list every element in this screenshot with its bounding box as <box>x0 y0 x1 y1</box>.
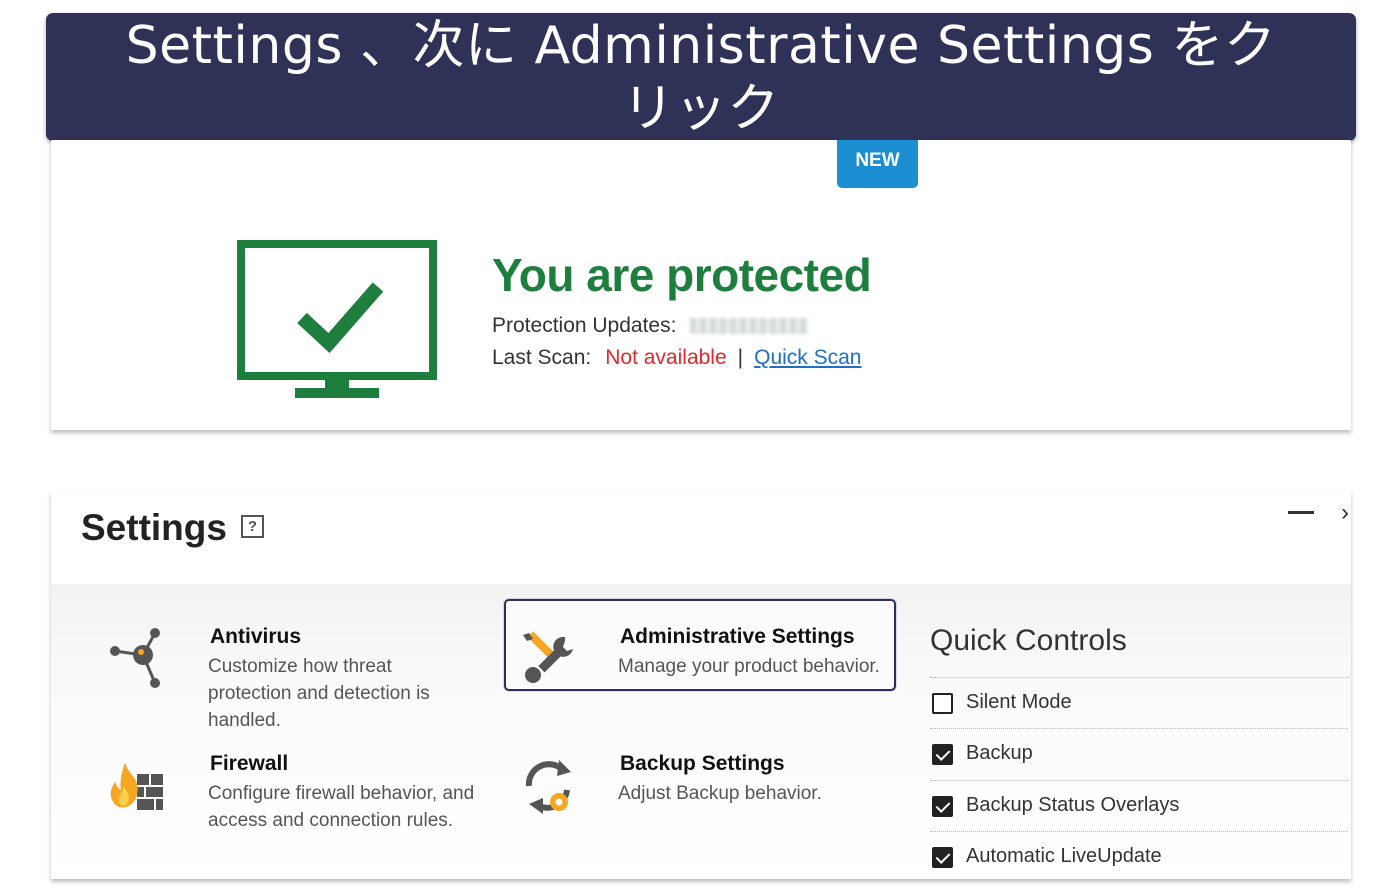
quick-control-backup[interactable]: Backup <box>930 728 1348 779</box>
backup-desc-line: Adjust Backup behavior. <box>618 783 822 804</box>
minimize-icon[interactable] <box>1288 511 1314 514</box>
quick-controls-title: Quick Controls <box>930 624 1127 657</box>
backup-settings-description: Adjust Backup behavior. <box>618 780 822 807</box>
administrative-desc-line: Manage your product behavior. <box>618 656 880 677</box>
banner-line-2: リック <box>622 79 780 139</box>
firewall-setting[interactable]: Firewall Configure firewall behavior, an… <box>107 752 507 834</box>
instruction-banner: Settings 、次に Administrative Settings をク … <box>46 13 1356 141</box>
separator: | <box>737 346 744 369</box>
backup-label: Backup <box>966 742 1033 764</box>
backup-settings-title: Backup Settings <box>620 752 785 775</box>
close-icon[interactable]: › <box>1341 499 1349 527</box>
last-scan-label: Last Scan: <box>492 346 592 369</box>
banner-line-1: Settings 、次に Administrative Settings をク <box>125 16 1277 76</box>
last-scan-line: Last Scan: Not available | Quick Scan <box>492 346 862 370</box>
new-badge: NEW <box>837 140 918 188</box>
blurred-update-date <box>690 318 809 335</box>
silent-mode-label: Silent Mode <box>966 691 1072 713</box>
administrative-settings[interactable]: Administrative Settings Manage your prod… <box>519 625 899 689</box>
wrench-pencil-icon <box>523 631 573 683</box>
firewall-desc-line: Configure firewall behavior, and <box>208 783 475 804</box>
antivirus-title: Antivirus <box>210 625 302 648</box>
backup-settings[interactable]: Backup Settings Adjust Backup behavior. <box>519 752 899 816</box>
last-scan-value: Not available <box>605 346 727 369</box>
administrative-settings-title: Administrative Settings <box>620 625 855 648</box>
settings-window: Settings ? › Antivirus Customize how thr… <box>51 491 1351 879</box>
backup-status-overlays-checkbox[interactable] <box>932 796 953 817</box>
administrative-settings-description: Manage your product behavior. <box>618 653 880 680</box>
help-button[interactable]: ? <box>241 515 264 538</box>
quick-scan-link[interactable]: Quick Scan <box>754 346 861 369</box>
silent-mode-checkbox[interactable] <box>932 693 953 714</box>
firewall-flame-icon <box>110 762 163 810</box>
antivirus-description: Customize how threat protection and dete… <box>208 653 430 734</box>
protection-status-title: You are protected <box>492 249 872 301</box>
backup-gear-icon <box>525 760 571 814</box>
protection-status-panel: NEW You are protected Protection Updates… <box>51 140 1351 430</box>
antivirus-desc-line: Customize how threat <box>208 656 392 677</box>
automatic-liveupdate-checkbox[interactable] <box>932 847 953 868</box>
antivirus-desc-line: protection and detection is <box>208 683 430 704</box>
settings-header: Settings ? › <box>51 491 1351 584</box>
automatic-liveupdate-label: Automatic LiveUpdate <box>966 845 1162 867</box>
firewall-title: Firewall <box>210 752 289 775</box>
protection-updates-label: Protection Updates: <box>492 314 677 337</box>
protection-updates-line: Protection Updates: <box>492 314 809 338</box>
antivirus-network-icon <box>110 628 160 688</box>
backup-status-overlays-label: Backup Status Overlays <box>966 794 1180 816</box>
firewall-description: Configure firewall behavior, and access … <box>208 780 474 834</box>
monitor-check-icon <box>237 240 437 398</box>
backup-checkbox[interactable] <box>932 744 953 765</box>
antivirus-desc-line: handled. <box>208 710 281 731</box>
quick-control-automatic-liveupdate[interactable]: Automatic LiveUpdate <box>930 831 1348 879</box>
settings-title: Settings <box>81 507 227 548</box>
firewall-desc-line: access and connection rules. <box>208 810 454 831</box>
antivirus-setting[interactable]: Antivirus Customize how threat protectio… <box>107 625 487 735</box>
quick-control-silent-mode[interactable]: Silent Mode <box>930 677 1348 728</box>
quick-control-backup-status-overlays[interactable]: Backup Status Overlays <box>930 780 1348 831</box>
